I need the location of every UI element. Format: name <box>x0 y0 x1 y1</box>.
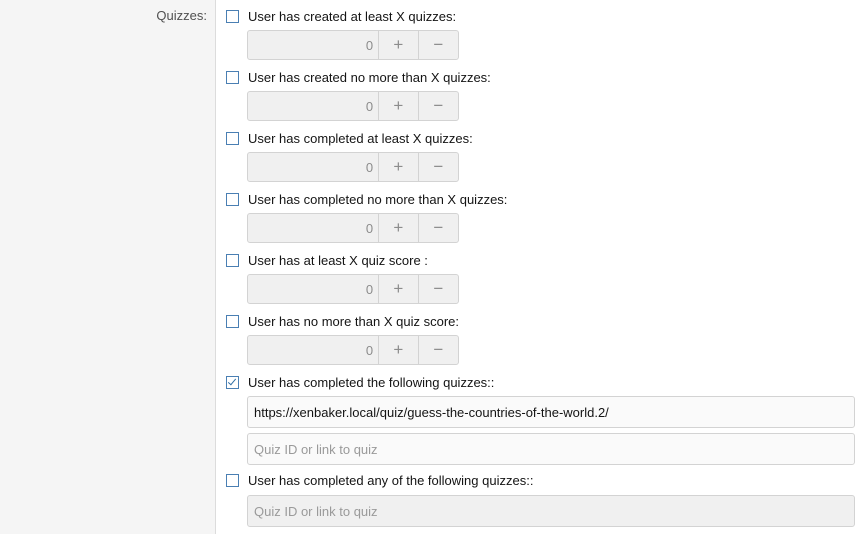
criterion-completed-any[interactable]: User has completed any of the following … <box>226 471 533 489</box>
stepper-value[interactable]: 0 <box>248 92 378 120</box>
criterion-score-no-more-than[interactable]: User has no more than X quiz score: <box>226 312 459 330</box>
quiz-link-input-filled[interactable]: https://xenbaker.local/quiz/guess-the-co… <box>247 396 855 428</box>
decrement-button[interactable]: − <box>417 214 458 242</box>
criterion-completed-at-least[interactable]: User has completed at least X quizzes: <box>226 129 473 147</box>
criterion-completed-following[interactable]: User has completed the following quizzes… <box>226 373 494 391</box>
stepper-value[interactable]: 0 <box>248 214 378 242</box>
criterion-label: User has created no more than X quizzes: <box>248 69 491 85</box>
quantity-stepper-created-no-more-than: 0 + − <box>247 91 459 121</box>
checkbox[interactable] <box>226 70 239 84</box>
increment-button[interactable]: + <box>378 31 417 59</box>
decrement-button[interactable]: − <box>417 92 458 120</box>
quantity-stepper-score-no-more-than: 0 + − <box>247 335 459 365</box>
quantity-stepper-completed-no-more-than: 0 + − <box>247 213 459 243</box>
criterion-score-at-least[interactable]: User has at least X quiz score : <box>226 251 428 269</box>
increment-button[interactable]: + <box>378 214 417 242</box>
criterion-label: User has completed any of the following … <box>248 472 534 488</box>
checkbox-checked[interactable] <box>226 375 239 389</box>
checkbox[interactable] <box>226 131 239 145</box>
stepper-value[interactable]: 0 <box>248 153 378 181</box>
criterion-label: User has created at least X quizzes: <box>248 8 457 24</box>
checkbox[interactable] <box>226 253 239 267</box>
quiz-criteria-panel: User has created at least X quizzes: 0 +… <box>217 0 863 534</box>
criterion-label: User has no more than X quiz score: <box>248 313 459 329</box>
criterion-completed-no-more-than[interactable]: User has completed no more than X quizze… <box>226 190 507 208</box>
criterion-label: User has completed the following quizzes… <box>248 374 495 390</box>
quantity-stepper-completed-at-least: 0 + − <box>247 152 459 182</box>
quiz-link-input-disabled[interactable]: Quiz ID or link to quiz <box>247 495 855 527</box>
checkbox[interactable] <box>226 9 239 23</box>
criterion-label: User has completed at least X quizzes: <box>248 130 473 146</box>
section-label-quizzes: Quizzes: <box>156 8 207 23</box>
decrement-button[interactable]: − <box>417 31 458 59</box>
increment-button[interactable]: + <box>378 336 417 364</box>
quantity-stepper-created-at-least: 0 + − <box>247 30 459 60</box>
quantity-stepper-score-at-least: 0 + − <box>247 274 459 304</box>
checkbox[interactable] <box>226 192 239 206</box>
criterion-label: User has completed no more than X quizze… <box>248 191 508 207</box>
criterion-created-no-more-than[interactable]: User has created no more than X quizzes: <box>226 68 491 86</box>
checkmark-icon <box>227 376 237 385</box>
increment-button[interactable]: + <box>378 153 417 181</box>
label-column: Quizzes: <box>0 0 216 534</box>
decrement-button[interactable]: − <box>417 153 458 181</box>
decrement-button[interactable]: − <box>417 275 458 303</box>
stepper-value[interactable]: 0 <box>248 31 378 59</box>
decrement-button[interactable]: − <box>417 336 458 364</box>
increment-button[interactable]: + <box>378 275 417 303</box>
checkbox[interactable] <box>226 314 239 328</box>
increment-button[interactable]: + <box>378 92 417 120</box>
criterion-created-at-least[interactable]: User has created at least X quizzes: <box>226 7 456 25</box>
criterion-label: User has at least X quiz score : <box>248 252 428 268</box>
quiz-link-input[interactable]: Quiz ID or link to quiz <box>247 433 855 465</box>
stepper-value[interactable]: 0 <box>248 275 378 303</box>
stepper-value[interactable]: 0 <box>248 336 378 364</box>
checkbox[interactable] <box>226 473 239 487</box>
